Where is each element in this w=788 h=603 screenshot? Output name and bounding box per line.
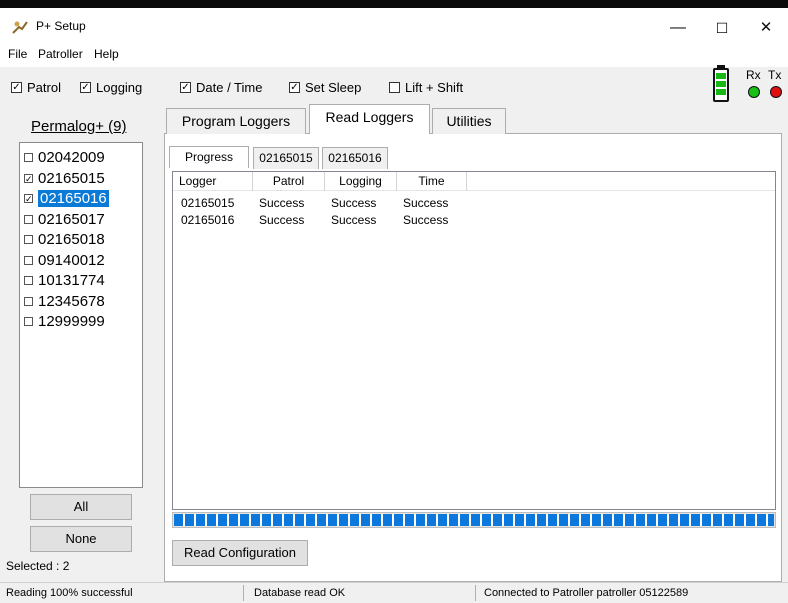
checkbox-box: ✓ <box>180 81 191 93</box>
logger-item[interactable]: 10131774 <box>20 271 142 290</box>
minimize-button[interactable]: — <box>656 14 700 42</box>
column-patrol[interactable]: Patrol <box>253 172 325 191</box>
battery-bar <box>716 89 726 95</box>
logger-item[interactable]: 09140012 <box>20 251 142 270</box>
lift-shift-checkbox[interactable]: Lift + Shift <box>389 79 463 95</box>
subtab-progress[interactable]: Progress <box>169 146 249 168</box>
lift-shift-label: Lift + Shift <box>405 79 464 95</box>
logger-checkbox[interactable] <box>24 235 33 244</box>
table-row[interactable]: 02165016 Success Success Success <box>173 213 773 230</box>
maximize-button[interactable]: ☐ <box>700 14 744 42</box>
table-cell: Success <box>331 213 377 227</box>
rx-label: Rx <box>746 68 761 82</box>
logger-checkbox[interactable]: ✓ <box>24 173 33 183</box>
progress-fill <box>174 514 774 526</box>
tab-program-loggers[interactable]: Program Loggers <box>166 108 306 134</box>
logger-id: 12345678 <box>38 292 105 310</box>
patrol-checkbox[interactable]: ✓ Patrol <box>11 79 61 95</box>
results-header: Logger Patrol Logging Time <box>173 172 775 191</box>
set-sleep-checkbox[interactable]: ✓ Set Sleep <box>289 79 361 95</box>
table-cell: Success <box>259 213 305 227</box>
logger-id: 10131774 <box>38 272 105 289</box>
table-cell: 02165016 <box>181 213 235 227</box>
logger-id: 02165017 <box>38 210 105 228</box>
status-connection: Connected to Patroller patroller 0512258… <box>484 587 689 599</box>
rx-indicator-icon <box>748 86 760 98</box>
battery-bar <box>716 81 726 87</box>
logger-item[interactable]: 12999999 <box>20 312 142 331</box>
set-sleep-label: Set Sleep <box>305 79 362 95</box>
datetime-checkbox[interactable]: ✓ Date / Time <box>180 79 262 95</box>
window-title: P+ Setup <box>36 19 86 33</box>
selected-count: Selected : 2 <box>6 559 70 573</box>
checkbox-box <box>389 81 400 93</box>
window-frame <box>0 0 788 8</box>
table-cell: Success <box>259 196 305 210</box>
logger-item[interactable]: 02042009 <box>20 148 142 167</box>
checkbox-box: ✓ <box>80 81 91 93</box>
subtab-logger-02165015[interactable]: 02165015 <box>253 147 319 169</box>
logger-id: 12999999 <box>38 313 105 330</box>
column-logging[interactable]: Logging <box>325 172 397 191</box>
datetime-label: Date / Time <box>196 79 263 95</box>
logger-checkbox[interactable]: ✓ <box>24 194 33 204</box>
column-time[interactable]: Time <box>397 172 467 191</box>
logger-id: 02165015 <box>38 169 105 187</box>
menu-file[interactable]: File <box>8 46 27 62</box>
logger-checkbox[interactable] <box>24 317 33 326</box>
logger-checkbox[interactable] <box>24 214 33 224</box>
app-icon <box>12 21 28 34</box>
select-none-button[interactable]: None <box>30 526 132 552</box>
column-logger[interactable]: Logger <box>173 172 253 191</box>
logging-checkbox[interactable]: ✓ Logging <box>80 79 142 95</box>
checkbox-box: ✓ <box>11 81 22 93</box>
logging-label: Logging <box>96 79 143 95</box>
table-cell: Success <box>331 196 377 210</box>
read-configuration-button[interactable]: Read Configuration <box>172 540 308 566</box>
logger-checkbox[interactable] <box>24 153 33 162</box>
status-database: Database read OK <box>248 585 476 601</box>
logger-item[interactable]: 02165017 <box>20 210 142 229</box>
logger-id: 02042009 <box>38 149 105 166</box>
table-row[interactable]: 02165015 Success Success Success <box>173 196 773 213</box>
tx-indicator-icon <box>770 86 782 98</box>
permalog-title[interactable]: Permalog+ (9) <box>31 118 126 135</box>
battery-bar <box>716 73 726 79</box>
table-cell: Success <box>403 213 449 227</box>
logger-item[interactable]: 02165018 <box>20 230 142 249</box>
select-all-button[interactable]: All <box>30 494 132 520</box>
logger-checkbox[interactable] <box>24 276 33 285</box>
logger-item[interactable]: 12345678 <box>20 292 142 311</box>
table-cell: Success <box>403 196 449 210</box>
subtab-logger-02165016[interactable]: 02165016 <box>322 147 388 169</box>
logger-id: 02165018 <box>38 231 105 248</box>
progress-bar <box>172 512 776 528</box>
checkbox-box: ✓ <box>289 81 300 93</box>
logger-checkbox[interactable] <box>24 255 33 265</box>
tab-utilities[interactable]: Utilities <box>432 108 506 134</box>
logger-list[interactable]: 02042009 ✓ 02165015 ✓ 02165016 02165017 021650… <box>19 142 143 488</box>
logger-id: 09140012 <box>38 251 105 269</box>
patrol-label: Patrol <box>27 79 61 95</box>
close-button[interactable]: ✕ <box>744 14 788 42</box>
table-cell: 02165015 <box>181 196 235 210</box>
menu-help[interactable]: Help <box>94 46 119 62</box>
menu-patroller[interactable]: Patroller <box>38 46 83 62</box>
logger-checkbox[interactable] <box>24 296 33 306</box>
tab-read-loggers[interactable]: Read Loggers <box>309 104 430 134</box>
logger-item[interactable]: ✓ 02165016 <box>20 189 142 208</box>
tx-label: Tx <box>768 68 782 82</box>
logger-id: 02165016 <box>38 190 109 207</box>
logger-item[interactable]: ✓ 02165015 <box>20 169 142 188</box>
results-list[interactable]: Logger Patrol Logging Time 02165015 Succe… <box>172 171 776 510</box>
status-reading: Reading 100% successful <box>0 585 244 601</box>
